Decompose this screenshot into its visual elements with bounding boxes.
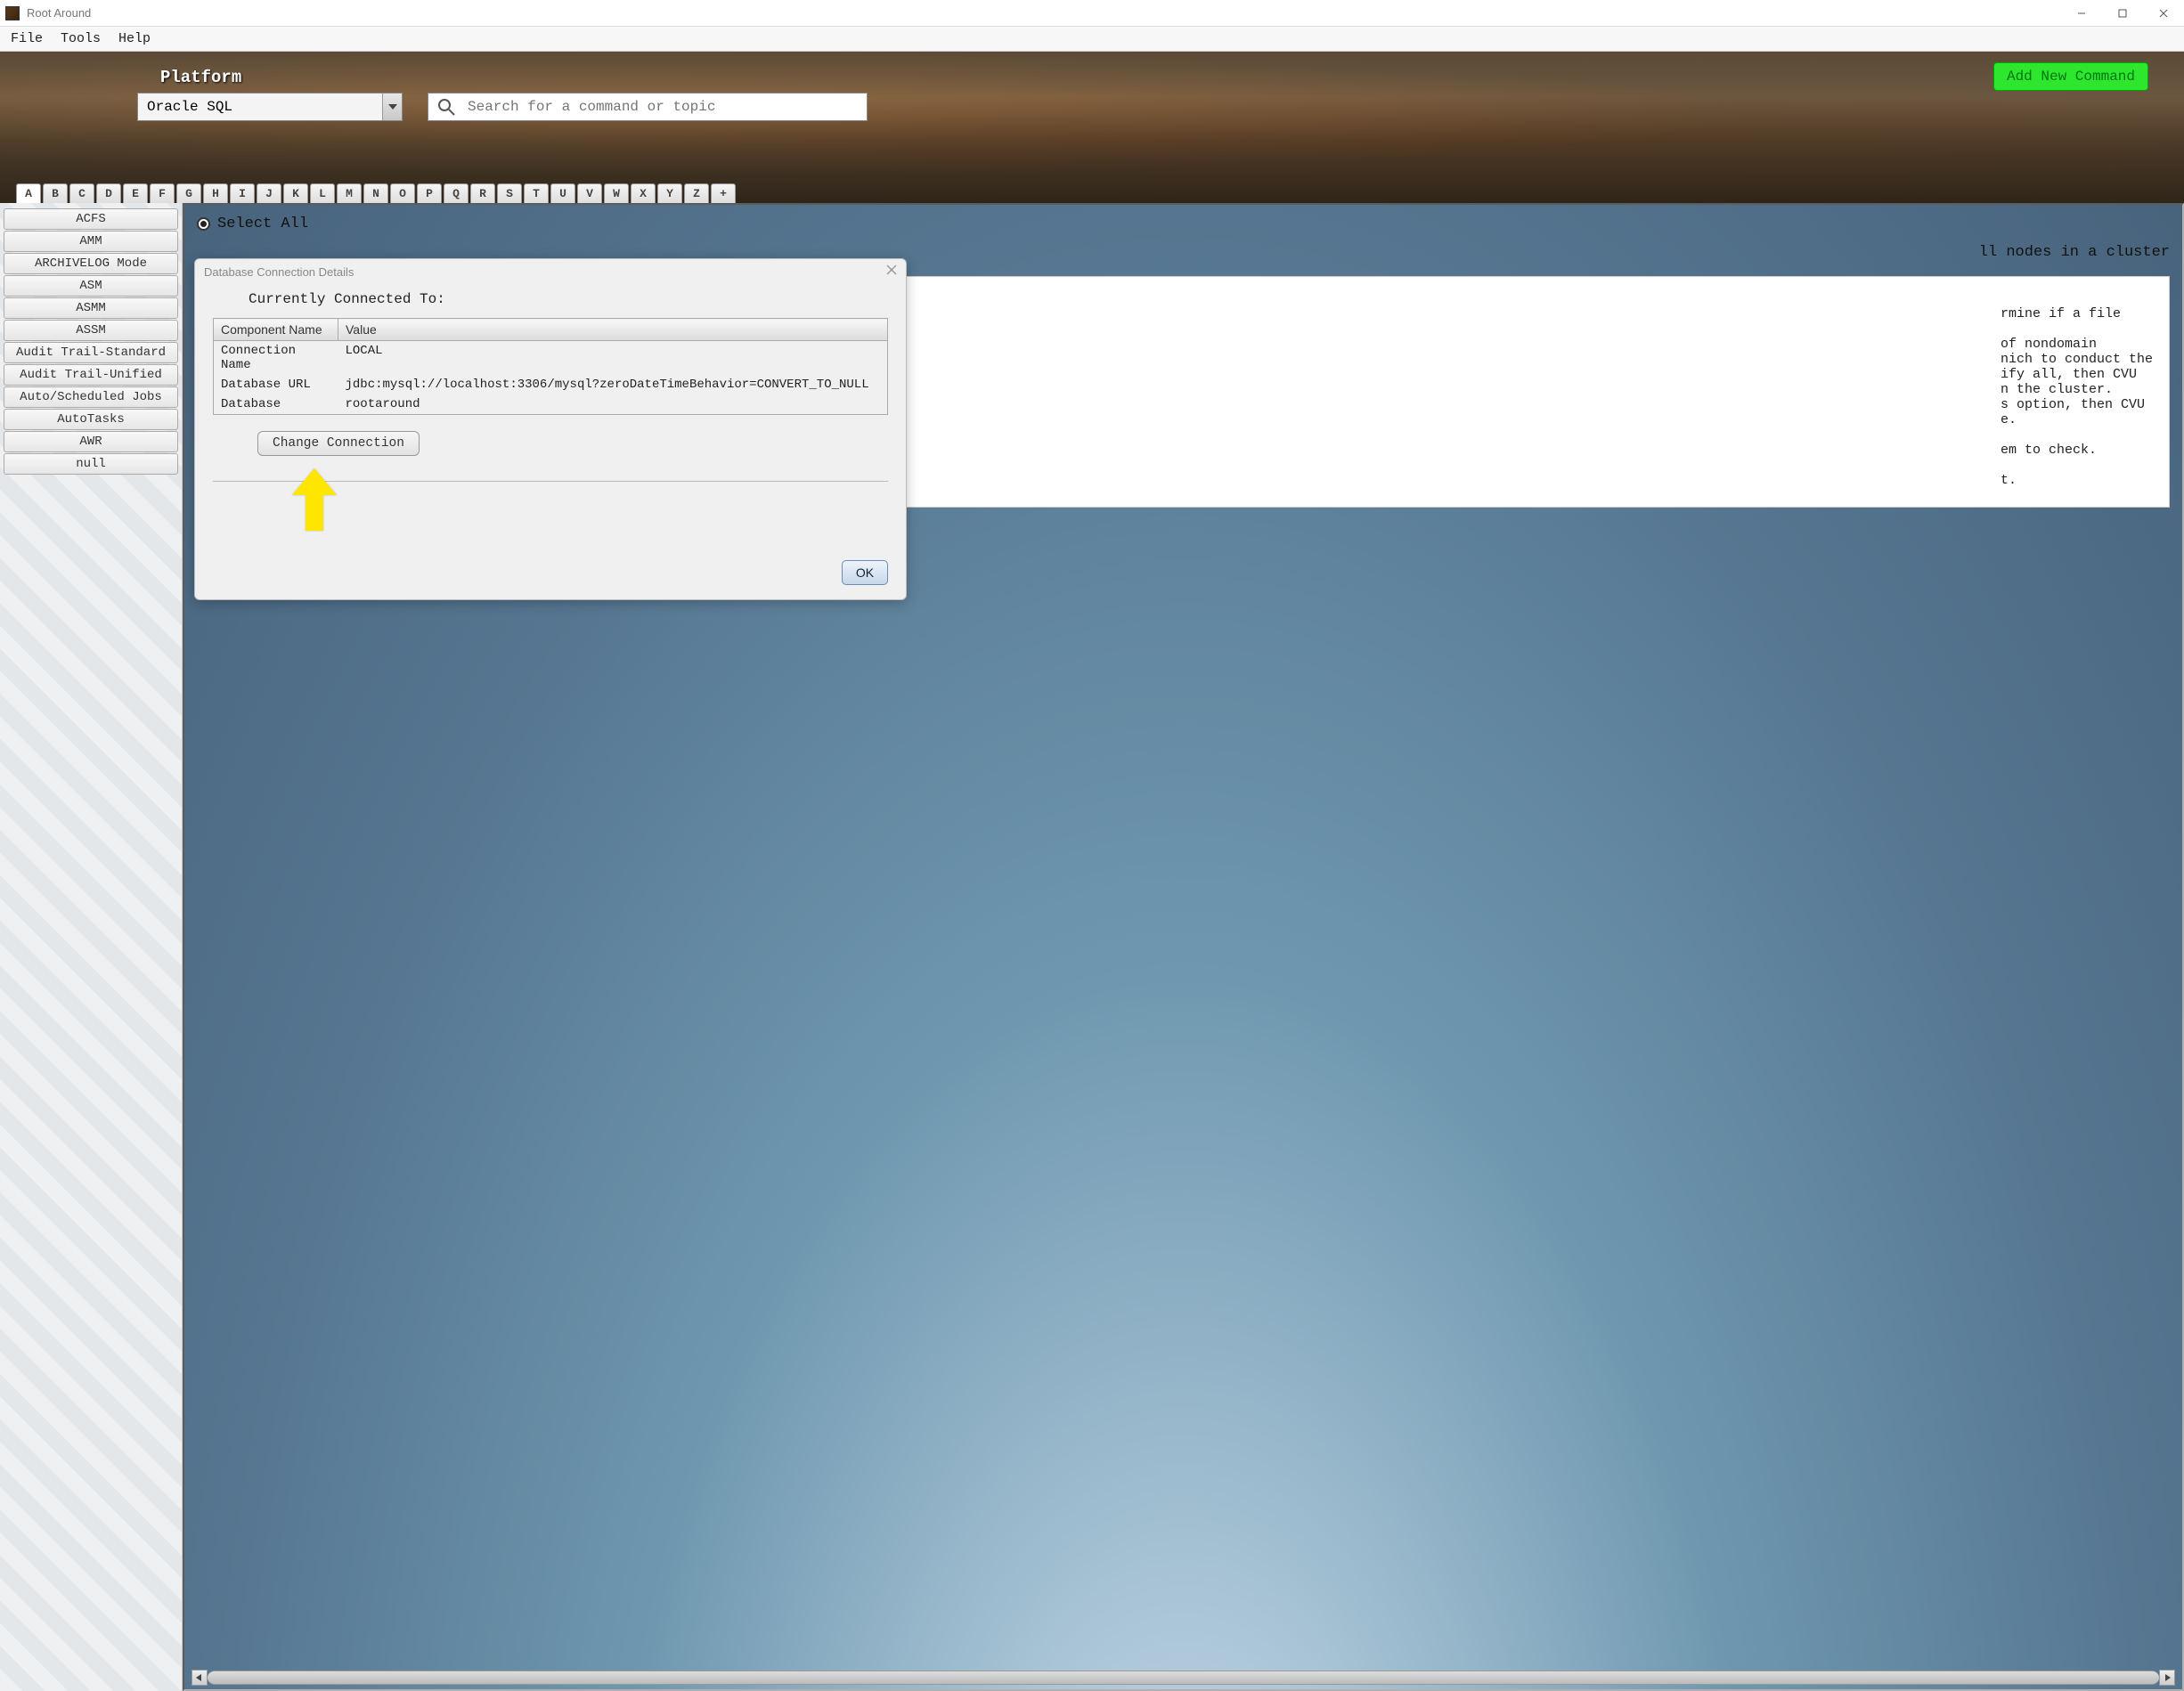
- alpha-tab-p[interactable]: P: [417, 183, 442, 203]
- alpha-tab-x[interactable]: X: [631, 183, 656, 203]
- doc-text: rmine if a file of nondomain nich to con…: [2001, 306, 2153, 488]
- minimize-button[interactable]: [2061, 0, 2102, 27]
- sidebar-item-asmm[interactable]: ASMM: [4, 297, 178, 319]
- alpha-tab-n[interactable]: N: [363, 183, 388, 203]
- sidebar-item-amm[interactable]: AMM: [4, 231, 178, 252]
- sidebar-item-asm[interactable]: ASM: [4, 275, 178, 297]
- ok-label: OK: [856, 565, 874, 580]
- horizontal-scrollbar[interactable]: [192, 1670, 2175, 1686]
- menu-help[interactable]: Help: [118, 31, 151, 46]
- cell-value: rootaround: [338, 394, 888, 415]
- close-icon: [886, 264, 897, 275]
- alpha-tab-u[interactable]: U: [550, 183, 575, 203]
- sidebar-item-audit-trail-standard[interactable]: Audit Trail-Standard: [4, 342, 178, 363]
- sidebar-item-auto-scheduled-jobs[interactable]: Auto/Scheduled Jobs: [4, 386, 178, 408]
- alpha-tab-+[interactable]: +: [711, 183, 736, 203]
- scroll-left-icon[interactable]: [192, 1670, 208, 1686]
- table-row: Databaserootaround: [214, 394, 888, 415]
- alpha-tab-o[interactable]: O: [390, 183, 415, 203]
- connection-table: Component Name Value Connection NameLOCA…: [213, 318, 888, 415]
- table-row: Connection NameLOCAL: [214, 341, 888, 376]
- alpha-tab-a[interactable]: A: [16, 183, 41, 203]
- sidebar-item-audit-trail-unified[interactable]: Audit Trail-Unified: [4, 364, 178, 386]
- modal-subtitle: Currently Connected To:: [249, 291, 888, 307]
- alpha-tab-c[interactable]: C: [69, 183, 94, 203]
- radio-icon: [197, 217, 210, 231]
- add-new-command-button[interactable]: Add New Command: [1993, 62, 2148, 91]
- sidebar-item-assm[interactable]: ASSM: [4, 320, 178, 341]
- db-connection-modal: Database Connection Details Currently Co…: [194, 258, 907, 600]
- app-icon: [5, 6, 20, 20]
- sidebar-item-autotasks[interactable]: AutoTasks: [4, 409, 178, 430]
- sidebar-item-null[interactable]: null: [4, 453, 178, 475]
- change-connection-button[interactable]: Change Connection: [257, 431, 420, 456]
- alpha-tab-f[interactable]: F: [150, 183, 175, 203]
- col-component-name: Component Name: [214, 319, 338, 341]
- close-icon: [2159, 9, 2168, 18]
- close-window-button[interactable]: [2143, 0, 2184, 27]
- maximize-icon: [2118, 9, 2127, 18]
- search-box[interactable]: [428, 93, 868, 121]
- cell-value: jdbc:mysql://localhost:3306/mysql?zeroDa…: [338, 375, 888, 394]
- sidebar: ACFSAMMARCHIVELOG ModeASMASMMASSMAudit T…: [0, 203, 183, 1691]
- alpha-tab-k[interactable]: K: [283, 183, 308, 203]
- change-connection-label: Change Connection: [273, 436, 404, 451]
- alpha-tab-g[interactable]: G: [176, 183, 201, 203]
- chevron-down-icon: [382, 93, 402, 120]
- alpha-tab-h[interactable]: H: [203, 183, 228, 203]
- maximize-button[interactable]: [2102, 0, 2143, 27]
- ok-button[interactable]: OK: [842, 560, 888, 585]
- window-title: Root Around: [27, 6, 91, 20]
- banner: Platform Oracle SQL Add New Command ABCD…: [0, 52, 2184, 203]
- menu-file[interactable]: File: [11, 31, 43, 46]
- cell-component-name: Database URL: [214, 375, 338, 394]
- alpha-tab-v[interactable]: V: [577, 183, 602, 203]
- platform-label: Platform: [160, 68, 241, 87]
- alpha-tab-r[interactable]: R: [470, 183, 495, 203]
- add-new-command-label: Add New Command: [2007, 69, 2135, 85]
- alpha-tab-q[interactable]: Q: [444, 183, 469, 203]
- alpha-tabs: ABCDEFGHIJKLMNOPQRSTUVWXYZ+: [16, 183, 736, 203]
- alpha-tab-m[interactable]: M: [337, 183, 362, 203]
- annotation-arrow-icon: [292, 468, 337, 535]
- minimize-icon: [2077, 9, 2086, 18]
- window-controls: [2061, 0, 2184, 27]
- cell-component-name: Connection Name: [214, 341, 338, 376]
- sidebar-item-archivelog-mode[interactable]: ARCHIVELOG Mode: [4, 253, 178, 274]
- alpha-tab-e[interactable]: E: [123, 183, 148, 203]
- menubar: File Tools Help: [0, 27, 2184, 52]
- table-row: Database URLjdbc:mysql://localhost:3306/…: [214, 375, 888, 394]
- titlebar: Root Around: [0, 0, 2184, 27]
- sidebar-item-awr[interactable]: AWR: [4, 431, 178, 452]
- alpha-tab-s[interactable]: S: [497, 183, 522, 203]
- cell-component-name: Database: [214, 394, 338, 415]
- alpha-tab-d[interactable]: D: [96, 183, 121, 203]
- menu-tools[interactable]: Tools: [61, 31, 101, 46]
- cell-value: LOCAL: [338, 341, 888, 376]
- alpha-tab-t[interactable]: T: [524, 183, 549, 203]
- alpha-tab-z[interactable]: Z: [684, 183, 709, 203]
- sidebar-item-acfs[interactable]: ACFS: [4, 208, 178, 230]
- modal-close-button[interactable]: [886, 264, 897, 280]
- platform-select-value: Oracle SQL: [147, 99, 232, 115]
- alpha-tab-w[interactable]: W: [604, 183, 629, 203]
- alpha-tab-b[interactable]: B: [43, 183, 68, 203]
- alpha-tab-j[interactable]: J: [257, 183, 281, 203]
- select-all-label: Select All: [217, 215, 308, 232]
- modal-title: Database Connection Details: [204, 265, 354, 279]
- col-value: Value: [338, 319, 888, 341]
- platform-select[interactable]: Oracle SQL: [137, 93, 403, 121]
- scroll-right-icon[interactable]: [2159, 1670, 2175, 1686]
- alpha-tab-i[interactable]: I: [230, 183, 255, 203]
- search-input[interactable]: [468, 99, 858, 115]
- search-icon: [437, 98, 455, 116]
- select-all-radio[interactable]: Select All: [197, 215, 308, 232]
- alpha-tab-l[interactable]: L: [310, 183, 335, 203]
- alpha-tab-y[interactable]: Y: [657, 183, 682, 203]
- scroll-track[interactable]: [208, 1671, 2159, 1685]
